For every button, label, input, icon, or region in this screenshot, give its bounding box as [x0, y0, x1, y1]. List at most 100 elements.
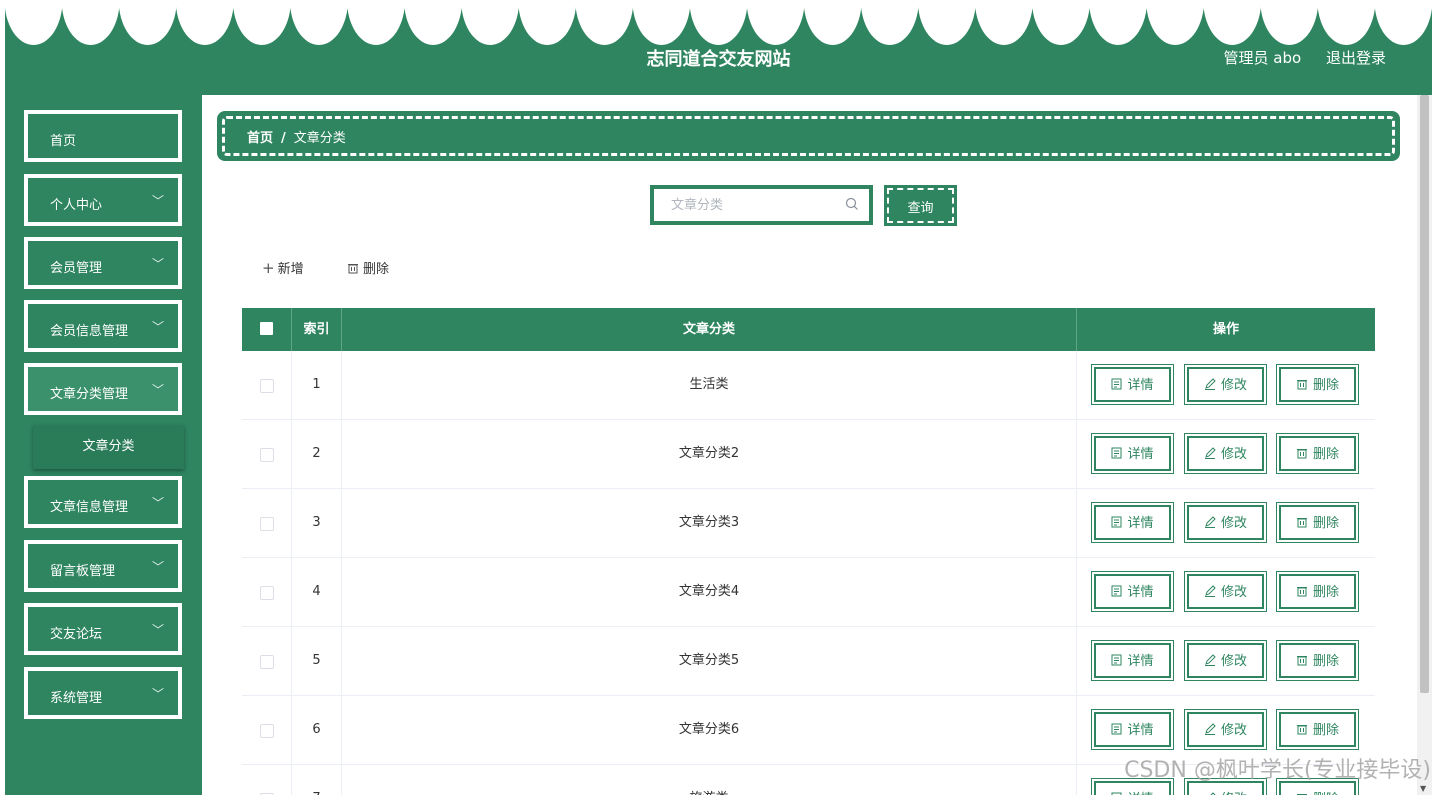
- scallop-shape: [118, 0, 177, 45]
- trash-icon: [1296, 518, 1307, 528]
- scallop-shape: [289, 0, 348, 45]
- admin-user-label[interactable]: 管理员 abo: [1224, 49, 1302, 67]
- delete-button[interactable]: 删除: [1276, 502, 1359, 543]
- table-header: 索引 文章分类 操作: [242, 308, 1375, 351]
- sidebar-item-article-info-management[interactable]: 文章信息管理 ﹀: [24, 476, 182, 528]
- document-icon: [1111, 447, 1122, 459]
- row-select-cell: [242, 489, 292, 557]
- sidebar-item-personal-center[interactable]: 个人中心 ﹀: [24, 174, 182, 226]
- batch-delete-button[interactable]: 删除: [347, 258, 389, 277]
- row-index: 5: [292, 627, 342, 695]
- detail-button[interactable]: 详情: [1091, 709, 1174, 750]
- select-all-checkbox[interactable]: [260, 322, 273, 335]
- edit-button[interactable]: 修改: [1184, 709, 1267, 750]
- delete-button[interactable]: 删除: [1276, 709, 1359, 750]
- trash-icon: [1296, 380, 1307, 390]
- sidebar: 首页 个人中心 ﹀ 会员管理 ﹀ 会员信息管理 ﹀ 文章分类管理 ﹀ 文章分类 …: [5, 95, 202, 795]
- row-checkbox[interactable]: [260, 724, 274, 738]
- sidebar-item-article-category-management[interactable]: 文章分类管理 ﹀: [24, 363, 182, 415]
- delete-button[interactable]: 删除: [1276, 640, 1359, 681]
- sidebar-subitem-article-category[interactable]: 文章分类: [33, 425, 184, 469]
- edit-button[interactable]: 修改: [1184, 571, 1267, 612]
- chevron-down-icon: ﹀: [151, 320, 164, 334]
- detail-button[interactable]: 详情: [1091, 502, 1174, 543]
- scallop-shape: [518, 0, 577, 45]
- edit-button-label: 修改: [1220, 723, 1247, 738]
- row-actions: 详情 修改 删除: [1077, 627, 1375, 695]
- detail-button-label: 详情: [1127, 447, 1154, 462]
- scroll-down-arrow-icon[interactable]: ▼: [1420, 784, 1426, 793]
- logout-link[interactable]: 退出登录: [1326, 49, 1386, 67]
- add-button[interactable]: + 新增: [262, 258, 304, 277]
- header-actions: 操作: [1212, 322, 1239, 337]
- top-header: 志同道合交友网站 管理员 abo 退出登录: [5, 0, 1432, 95]
- delete-button-label: 删除: [1312, 378, 1339, 393]
- scallop-shape: [974, 0, 1033, 45]
- detail-button[interactable]: 详情: [1091, 433, 1174, 474]
- search-icon: [845, 197, 858, 210]
- sidebar-item-member-management[interactable]: 会员管理 ﹀: [24, 237, 182, 289]
- row-checkbox[interactable]: [260, 448, 274, 462]
- edit-button[interactable]: 修改: [1184, 364, 1267, 405]
- row-index: 6: [292, 696, 342, 764]
- scallop-shape: [746, 0, 805, 45]
- sidebar-item-label: 文章分类管理: [50, 387, 129, 402]
- edit-button[interactable]: 修改: [1184, 433, 1267, 474]
- pencil-icon: [1204, 516, 1216, 528]
- scallop-shape: [404, 0, 463, 45]
- scallop-shape: [346, 0, 406, 45]
- header-category: 文章分类: [342, 308, 1077, 351]
- trash-icon: [1296, 656, 1307, 666]
- sidebar-item-message-board-management[interactable]: 留言板管理 ﹀: [24, 540, 182, 592]
- delete-button[interactable]: 删除: [1276, 364, 1359, 405]
- scallop-shape: [575, 0, 634, 45]
- edit-button[interactable]: 修改: [1184, 640, 1267, 681]
- detail-button[interactable]: 详情: [1091, 640, 1174, 681]
- table-row: 5 文章分类5 详情 修改 删除: [242, 627, 1375, 696]
- edit-button-label: 修改: [1220, 516, 1247, 531]
- search-input[interactable]: [669, 189, 843, 221]
- scallop-shape: [61, 0, 120, 45]
- row-checkbox[interactable]: [260, 379, 274, 393]
- row-category: 文章分类5: [342, 627, 1077, 695]
- query-button[interactable]: 查询: [884, 185, 957, 226]
- edit-button-label: 修改: [1220, 654, 1247, 669]
- page-scrollbar[interactable]: ▼: [1417, 95, 1432, 795]
- row-checkbox[interactable]: [260, 517, 274, 531]
- detail-button[interactable]: 详情: [1091, 364, 1174, 405]
- chevron-down-icon: ﹀: [151, 383, 164, 397]
- scallop-shape: [232, 0, 291, 45]
- row-actions: 详情 修改 删除: [1077, 420, 1375, 488]
- pencil-icon: [1204, 447, 1216, 459]
- row-category: 生活类: [342, 351, 1077, 419]
- chevron-down-icon: ﹀: [151, 687, 164, 701]
- row-checkbox[interactable]: [260, 655, 274, 669]
- row-index: 4: [292, 558, 342, 626]
- row-actions: 详情 修改 删除: [1077, 351, 1375, 419]
- row-checkbox[interactable]: [260, 586, 274, 600]
- row-index: 3: [292, 489, 342, 557]
- detail-button-label: 详情: [1127, 516, 1154, 531]
- row-select-cell: [242, 696, 292, 764]
- detail-button-label: 详情: [1127, 654, 1154, 669]
- detail-button[interactable]: 详情: [1091, 571, 1174, 612]
- detail-button-label: 详情: [1127, 723, 1154, 738]
- sidebar-item-system-management[interactable]: 系统管理 ﹀: [24, 667, 182, 719]
- breadcrumb-dashed-border: [222, 116, 1395, 156]
- sidebar-item-dating-forum[interactable]: 交友论坛 ﹀: [24, 603, 182, 655]
- sidebar-item-home[interactable]: 首页: [24, 110, 182, 162]
- sidebar-item-member-info-management[interactable]: 会员信息管理 ﹀: [24, 300, 182, 352]
- breadcrumb-home[interactable]: 首页: [247, 131, 273, 146]
- search-box: [650, 185, 873, 225]
- pencil-icon: [1204, 585, 1216, 597]
- delete-button-label: 删除: [1312, 447, 1339, 462]
- scallop-shape: [5, 0, 63, 45]
- delete-button[interactable]: 删除: [1276, 433, 1359, 474]
- row-category: 旅游类: [342, 765, 1077, 795]
- scrollbar-thumb[interactable]: [1420, 95, 1429, 693]
- breadcrumb: 首页 / 文章分类: [217, 111, 1400, 161]
- edit-button[interactable]: 修改: [1184, 502, 1267, 543]
- table-row: 3 文章分类3 详情 修改 删除: [242, 489, 1375, 558]
- delete-button[interactable]: 删除: [1276, 571, 1359, 612]
- batch-delete-label: 删除: [363, 262, 390, 277]
